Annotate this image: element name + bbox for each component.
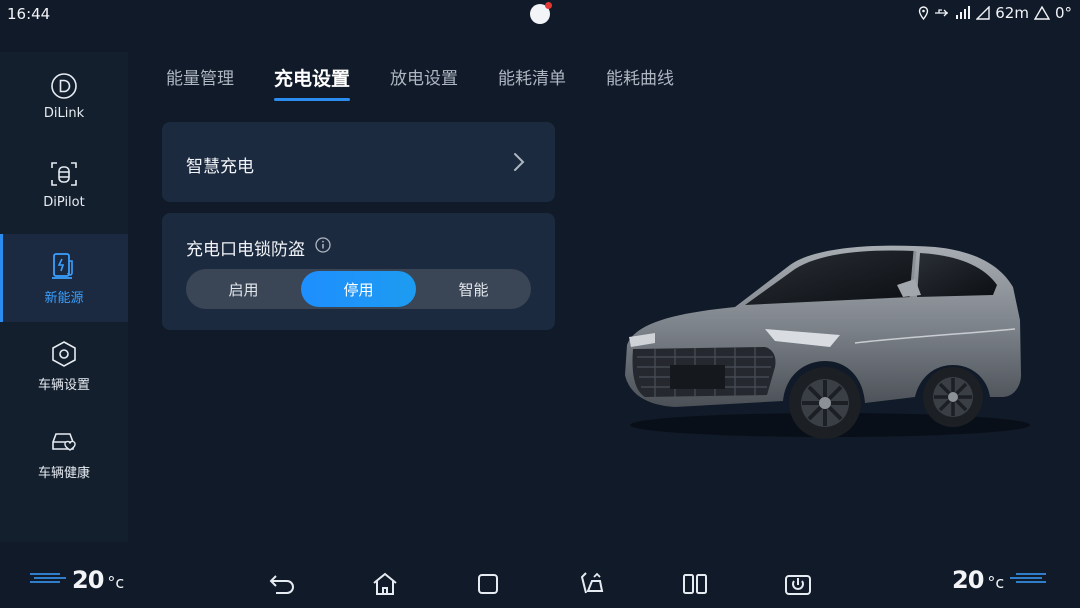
- power-icon[interactable]: [782, 570, 814, 598]
- sidebar: DiLink DiPilot 新能源 车辆设置 车辆健康: [0, 52, 128, 542]
- sidebar-item-dilink[interactable]: DiLink: [0, 52, 128, 140]
- tab-energy-curve[interactable]: 能耗曲线: [606, 64, 674, 101]
- sidebar-item-label: DiPilot: [43, 194, 85, 210]
- smart-charge-label: 智慧充电: [186, 157, 254, 177]
- chevron-right-icon: [513, 152, 525, 176]
- left-temperature-unit: °c: [107, 572, 125, 592]
- distance-text: 62m: [995, 4, 1029, 22]
- tab-charging-settings[interactable]: 充电设置: [274, 64, 351, 101]
- sidebar-item-dipilot[interactable]: DiPilot: [0, 140, 128, 228]
- smart-charge-card[interactable]: 智慧充电: [162, 122, 555, 202]
- sidebar-item-label: DiLink: [43, 105, 85, 121]
- sidebar-item-new-energy[interactable]: 新能源: [0, 234, 128, 322]
- signal-icon: [955, 6, 971, 20]
- weather-icon: [1033, 6, 1050, 20]
- option-smart[interactable]: 智能: [416, 269, 531, 309]
- charge-lock-segmented-control: 启用 停用 智能: [186, 269, 531, 309]
- left-temperature-control[interactable]: 20 °c: [28, 566, 124, 594]
- home-icon[interactable]: [369, 570, 401, 598]
- car-health-icon: [49, 428, 79, 456]
- right-temperature-unit: °c: [987, 572, 1005, 592]
- outside-temperature: 0°: [1054, 4, 1072, 22]
- location-icon: [918, 6, 929, 20]
- sidebar-item-label: 车辆健康: [37, 465, 90, 481]
- status-bar: 16:44 62m 0°: [0, 0, 1080, 28]
- left-temperature-value: 20: [72, 566, 104, 594]
- sidebar-item-vehicle-settings[interactable]: 车辆设置: [0, 322, 128, 410]
- notification-icon[interactable]: [530, 2, 552, 24]
- right-temperature-value: 20: [952, 566, 984, 594]
- recent-apps-icon[interactable]: [472, 570, 504, 598]
- right-temperature-control[interactable]: 20 °c: [952, 566, 1048, 594]
- usb-icon: [934, 7, 950, 19]
- hexagon-settings-icon: [50, 340, 78, 368]
- option-enable[interactable]: 启用: [186, 269, 301, 309]
- tab-bar: 能量管理 充电设置 放电设置 能耗清单 能耗曲线: [166, 64, 674, 101]
- back-icon[interactable]: [266, 570, 298, 598]
- info-icon[interactable]: [315, 237, 331, 258]
- sidebar-item-label: 车辆设置: [37, 377, 90, 393]
- option-disable[interactable]: 停用: [301, 271, 416, 307]
- network-icon: [976, 6, 990, 20]
- charging-station-icon: [49, 251, 79, 281]
- wind-left-icon: [28, 568, 68, 592]
- split-screen-icon[interactable]: [679, 570, 711, 598]
- bottom-bar: 20 °c 20 °c: [0, 556, 1080, 608]
- charge-port-lock-label: 充电口电锁防盗: [186, 240, 305, 260]
- sidebar-item-vehicle-health[interactable]: 车辆健康: [0, 410, 128, 498]
- wind-right-icon: [1008, 568, 1048, 592]
- dipilot-icon: [49, 159, 79, 189]
- sidebar-item-label: 新能源: [44, 290, 84, 306]
- tab-energy-list[interactable]: 能耗清单: [498, 64, 566, 101]
- tab-energy-management[interactable]: 能量管理: [166, 64, 234, 101]
- status-time: 16:44: [7, 5, 51, 23]
- status-right-group: 62m 0°: [918, 4, 1072, 22]
- tab-discharge-settings[interactable]: 放电设置: [390, 64, 458, 101]
- vehicle-image: [615, 225, 1035, 440]
- charge-port-lock-card: 充电口电锁防盗 启用 停用 智能: [162, 213, 555, 330]
- seat-icon[interactable]: [576, 570, 608, 598]
- dilink-icon: [50, 72, 78, 100]
